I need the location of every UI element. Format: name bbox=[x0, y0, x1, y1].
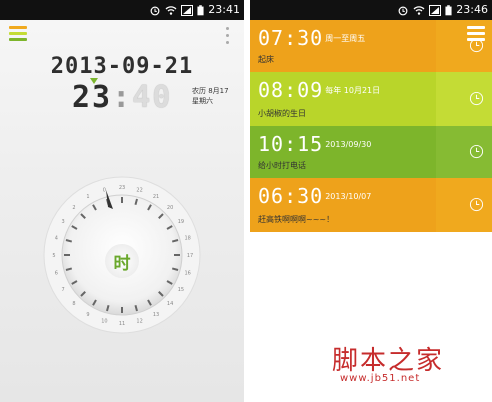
alarm-time: 10:15 2013/09/30 bbox=[258, 132, 371, 156]
menu-icon[interactable] bbox=[467, 26, 485, 44]
alarm-card-body[interactable]: 10:15 2013/09/30 给小时打电话 bbox=[250, 126, 436, 178]
alarm-card[interactable]: 08:09 每年 10月21日小胡椒的生日 bbox=[250, 72, 492, 127]
clock-icon bbox=[469, 197, 484, 212]
alarm-label: 小胡椒的生日 bbox=[258, 109, 306, 118]
alarm-toggle[interactable] bbox=[436, 178, 492, 232]
alarm-label: 赶高铁啊啊啊~~~！ bbox=[258, 215, 335, 224]
watermark-url: www.jb51.net bbox=[340, 373, 421, 384]
alarm-time-value: 07:30 bbox=[258, 26, 324, 50]
alarm-icon bbox=[150, 6, 160, 15]
dial-number: 8 bbox=[72, 301, 75, 307]
menu-icon[interactable] bbox=[9, 26, 27, 44]
alarm-repeat: 2013/10/07 bbox=[325, 192, 372, 201]
battery-icon bbox=[197, 4, 204, 15]
time-display: 23:40 bbox=[72, 80, 173, 115]
alarm-time: 06:30 2013/10/07 bbox=[258, 184, 371, 208]
dial-number: 3 bbox=[62, 219, 65, 225]
more-options-icon[interactable] bbox=[226, 27, 230, 48]
time-minute: 40 bbox=[132, 80, 173, 115]
alarm-repeat: 周一至周五 bbox=[325, 34, 366, 43]
dial-number: 15 bbox=[178, 287, 184, 293]
lunar-info: 农历 8月17 星期六 bbox=[192, 86, 229, 106]
alarm-icon bbox=[398, 6, 408, 15]
date-display: 2013-09-21 bbox=[50, 54, 194, 79]
lunar-date: 农历 8月17 bbox=[192, 87, 229, 95]
alarm-card[interactable]: 06:30 2013/10/07 赶高铁啊啊啊~~~！ bbox=[250, 178, 492, 233]
alarm-time: 07:30 周一至周五 bbox=[258, 26, 365, 50]
alarm-label: 起床 bbox=[258, 55, 274, 64]
clock-screen: 23:41 2013-09-21 23:40 农历 8月17 星期六 23 22 2… bbox=[0, 0, 244, 402]
alarm-card[interactable]: 07:30 周一至周五起床 bbox=[250, 20, 492, 73]
alarm-time-value: 06:30 bbox=[258, 184, 324, 208]
dial-number: 22 bbox=[136, 187, 142, 193]
dial-number: 21 bbox=[153, 194, 159, 200]
alarm-card-body[interactable]: 06:30 2013/10/07 赶高铁啊啊啊~~~！ bbox=[250, 178, 436, 232]
wifi-icon bbox=[165, 5, 177, 15]
dial-number: 11 bbox=[119, 321, 125, 327]
time-hour: 23 bbox=[72, 80, 113, 115]
dial-number: 0 bbox=[103, 187, 106, 193]
status-time: 23:46 bbox=[456, 3, 488, 16]
status-time: 23:41 bbox=[208, 3, 240, 16]
alarm-time-value: 10:15 bbox=[258, 132, 324, 156]
weekday: 星期六 bbox=[192, 97, 213, 105]
dial-number: 18 bbox=[184, 235, 190, 241]
hour-button[interactable]: 时 bbox=[105, 244, 139, 278]
wifi-icon bbox=[413, 5, 425, 15]
alarm-card[interactable]: 10:15 2013/09/30 给小时打电话 bbox=[250, 126, 492, 179]
status-bar: 23:41 bbox=[0, 0, 244, 20]
clock-icon bbox=[469, 144, 484, 159]
dial-number: 7 bbox=[62, 287, 65, 293]
alarm-card-body[interactable]: 08:09 每年 10月21日小胡椒的生日 bbox=[250, 72, 436, 126]
dial-number: 23 bbox=[119, 185, 125, 191]
dial-number: 17 bbox=[187, 253, 193, 259]
dial-number: 13 bbox=[153, 312, 159, 318]
dial-number: 4 bbox=[55, 235, 58, 241]
dial-number: 1 bbox=[86, 194, 89, 200]
dial-number: 6 bbox=[55, 271, 58, 277]
dial-number: 12 bbox=[136, 319, 142, 325]
dial-number: 5 bbox=[52, 253, 55, 259]
dial-number: 20 bbox=[167, 205, 173, 211]
signal-icon bbox=[181, 4, 194, 16]
status-bar: 23:46 bbox=[250, 0, 492, 20]
alarm-toggle[interactable] bbox=[436, 72, 492, 126]
dial-number: 19 bbox=[178, 219, 184, 225]
alarm-time-value: 08:09 bbox=[258, 78, 324, 102]
watermark-title: 脚本之家 bbox=[332, 346, 445, 376]
battery-icon bbox=[445, 4, 452, 15]
dial-number: 2 bbox=[72, 205, 75, 211]
alarm-time: 08:09 每年 10月21日 bbox=[258, 78, 380, 102]
dial-number: 10 bbox=[101, 319, 107, 325]
dial-number: 16 bbox=[184, 271, 190, 277]
signal-icon bbox=[429, 4, 442, 16]
dial-number: 14 bbox=[167, 301, 173, 307]
dial-number: 9 bbox=[86, 312, 89, 318]
alarm-repeat: 2013/09/30 bbox=[325, 140, 372, 149]
clock-icon bbox=[469, 91, 484, 106]
alarm-card-body[interactable]: 07:30 周一至周五起床 bbox=[250, 20, 436, 72]
alarm-repeat: 每年 10月21日 bbox=[325, 86, 381, 95]
alarm-label: 给小时打电话 bbox=[258, 161, 306, 170]
alarm-toggle[interactable] bbox=[436, 126, 492, 178]
